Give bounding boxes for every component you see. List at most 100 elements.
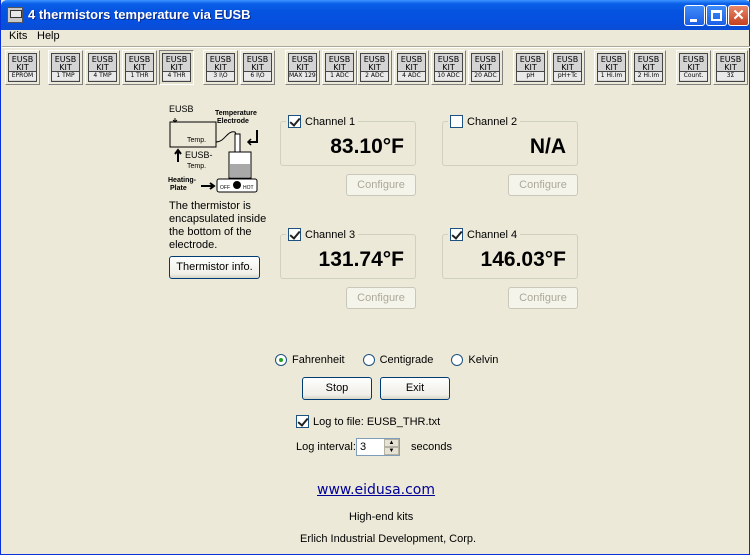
centigrade-label[interactable]: Centigrade [380,354,434,366]
close-button[interactable]: ✕ [728,5,749,26]
menu-help[interactable]: Help [37,30,60,42]
company-name: Erlich Industrial Development, Corp. [300,533,477,545]
stop-button[interactable]: Stop [302,377,372,400]
channel-1-reading: 83.10°F [330,135,404,158]
centigrade-radio[interactable] [362,354,375,366]
kit-button[interactable]: EUSB KIT 1 THR [122,50,157,85]
kit-button[interactable]: EUSB KIT 4 TMP [85,50,120,85]
channel-4-checkbox[interactable] [450,228,463,241]
kit-chip-l3: 3Σ [717,71,744,80]
log-interval-spinner[interactable]: 3 ▲ ▼ [356,438,400,456]
kit-button[interactable]: EUSB KIT 4 THR [159,50,194,85]
kit-button[interactable]: EUSB KIT 2 ADC [357,50,392,85]
channel-3-title: Channel 3 [286,228,359,241]
close-icon: ✕ [732,7,745,24]
kit-button[interactable]: EUSB KIT EPROM [5,50,40,85]
kelvin-radio[interactable] [451,354,464,366]
diagram-eusb-temp-label-1: EUSB- [185,150,213,160]
window-title: 4 thermistors temperature via EUSB [28,7,251,22]
kit-button[interactable]: EUSB KIT Count. [676,50,711,85]
website-link[interactable]: www.eidusa.com [317,482,435,498]
menu-bar: Kits Help [2,30,750,44]
diagram-heating-label-1: Heating- [168,177,197,184]
kit-button[interactable]: EUSB KIT 1 Hi.Im [594,50,629,85]
channel-1-label: Channel 1 [305,115,356,128]
fahrenheit-radio[interactable] [275,354,287,366]
kit-chip-icon: EUSB KIT 10 ADC [434,53,463,82]
spin-up-icon[interactable]: ▲ [384,439,399,447]
kit-button[interactable]: EUSB KIT 3 I\O [203,50,238,85]
kit-button[interactable]: EUSB KIT 20 ADC [468,50,503,85]
kit-button[interactable]: EUSB KIT 4 ADC [394,50,429,85]
kit-button[interactable]: EUSB KIT 6 I\O [240,50,275,85]
kit-chip-l3: 6 I\O [244,71,271,80]
kit-button[interactable]: EUSB KIT 1 ADC [322,50,357,85]
kit-chip-icon: EUSB KIT pH [516,53,545,82]
channel-3-configure-button[interactable]: Configure [346,287,416,309]
channel-1-checkbox[interactable] [288,115,301,128]
diagram-electrode-label: Electrode [217,118,249,125]
minimize-button[interactable] [684,5,705,26]
thermistor-info-button[interactable]: Thermistor info. [169,256,260,279]
channel-2-label: Channel 2 [467,115,518,128]
spin-down-icon[interactable]: ▼ [384,447,399,455]
kit-button[interactable]: EUSB KIT 10 ADC [431,50,466,85]
log-to-file-label: Log to file: EUSB_THR.txt [313,415,441,428]
kit-button[interactable]: EUSB KIT 2 Hi.Im [631,50,666,85]
diagram-eusb-temp-label-2: Temp. [187,163,206,170]
channel-1-configure-button[interactable]: Configure [346,174,416,196]
app-icon[interactable] [7,7,23,23]
channel-2-configure-button[interactable]: Configure [508,174,578,196]
log-interval-label: Log interval: [296,441,356,453]
exit-button[interactable]: Exit [380,377,450,400]
kit-button[interactable]: EUSB KIT pH+Tc [550,50,585,85]
maximize-button[interactable] [706,5,727,26]
kit-chip-icon: EUSB KIT 1 THR [125,53,154,82]
kit-chip-l3: 2 Hi.Im [635,71,662,80]
menu-kits[interactable]: Kits [9,30,27,42]
kit-chip-l3: 2 ADC [361,71,388,80]
channel-3-checkbox[interactable] [288,228,301,241]
kit-chip-l3: 4 THR [163,71,190,80]
diagram-eusb-label: EUSB [169,104,194,114]
log-to-file-checkbox[interactable] [296,415,309,428]
channel-4-reading: 146.03°F [480,248,566,271]
kit-chip-l3: 1 TMP [52,71,79,80]
minimize-icon [690,19,697,22]
channel-3-label: Channel 3 [305,228,356,241]
kit-button[interactable]: EUSBKITMAX 1296 [285,50,320,85]
channel-2-checkbox[interactable] [450,115,463,128]
channel-2-reading: N/A [529,135,566,158]
kit-chip-icon: EUSB KIT Count. [679,53,708,82]
log-interval-value[interactable]: 3 [360,441,366,453]
kit-chip-icon: EUSB KIT 20 ADC [471,53,500,82]
kit-chip-icon: EUSB KIT 1 Hi.Im [597,53,626,82]
channel-1-title: Channel 1 [286,115,359,128]
kit-chip-icon: EUSB KIT 2 Hi.Im [634,53,663,82]
unit-radio-group: Fahrenheit Centigrade Kelvin [275,354,498,366]
channel-3-reading: 131.74°F [318,248,404,271]
channel-4-label: Channel 4 [467,228,518,241]
title-bar[interactable]: 4 thermistors temperature via EUSB ✕ [1,0,750,30]
kit-chip-l3: 1 ADC [326,71,353,80]
channel-2-title: Channel 2 [448,115,521,128]
diagram-temp-label: Temp. [187,137,206,144]
log-interval-unit: seconds [411,441,452,453]
kelvin-label[interactable]: Kelvin [468,354,498,366]
menu-separator [2,46,750,48]
kit-chip-l3: 4 ADC [398,71,425,80]
kit-chip-icon: EUSB KIT pH+Tc [553,53,582,82]
fahrenheit-label[interactable]: Fahrenheit [292,354,345,366]
kit-chip-icon: EUSB KIT 3 I\O [206,53,235,82]
kit-button[interactable]: EUSB KIT 1 TMP [48,50,83,85]
kit-chip-l3: 1 Hi.Im [598,71,625,80]
maximize-icon [711,10,722,21]
kit-chip-icon: EUSB KIT 1 TMP [51,53,80,82]
kit-button[interactable]: EUSB KIT pH [513,50,548,85]
channel-4-title: Channel 4 [448,228,521,241]
kit-chip-icon: EUSB KIT 1 ADC [325,53,354,82]
kit-chip-l3: EPROM [9,71,36,80]
channel-4-configure-button[interactable]: Configure [508,287,578,309]
kit-button[interactable]: EUSB KIT 3Σ [713,50,748,85]
diagram-hot-label: HOT [243,185,254,191]
